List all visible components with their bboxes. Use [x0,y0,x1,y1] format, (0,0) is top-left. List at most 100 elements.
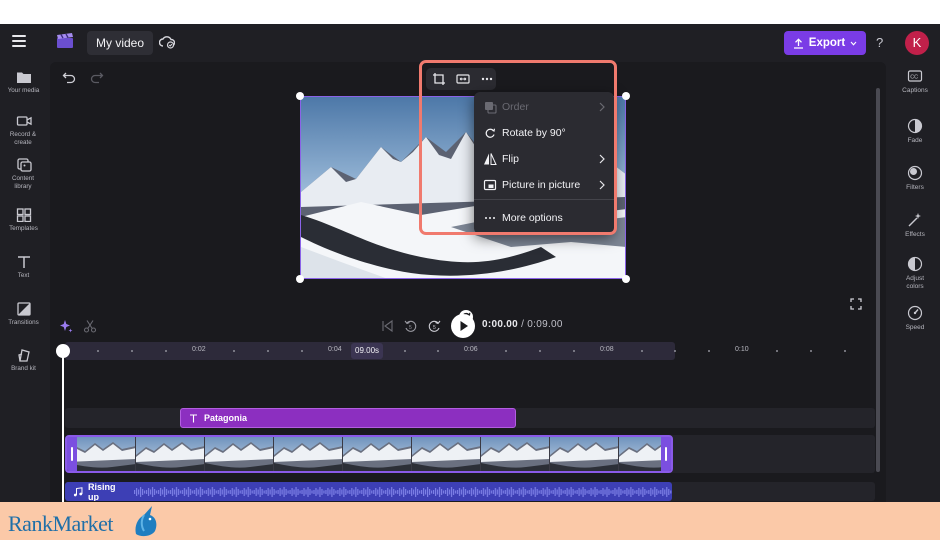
text-clip-label: Patagonia [204,413,248,423]
play-button[interactable] [451,314,475,338]
audio-waveform [133,484,672,499]
sidebar-item-label: Captions [902,87,928,94]
editor-main: Order Rotate by 90° Flip Picture in pict… [50,60,886,510]
play-icon [460,321,468,331]
templates-icon [16,208,31,222]
trim-handle-right[interactable] [661,437,671,471]
resize-handle-bottom-left[interactable] [296,275,304,283]
sidebar-item-filters[interactable]: Filters [890,165,940,192]
project-title[interactable]: My video [87,31,154,55]
rewind-5-icon[interactable]: 5 [403,319,417,333]
sidebar-item-fade[interactable]: Fade [890,118,940,145]
sidebar-item-your-media[interactable]: Your media [0,70,47,95]
text-icon [190,413,197,422]
clapperboard-logo-icon [57,33,73,48]
sidebar-item-label: Speed [905,324,925,331]
sidebar-item-label: Record & create [9,131,37,146]
ruler-tick [573,350,575,352]
fade-icon [907,118,923,134]
text-clip[interactable]: Patagonia [180,408,516,428]
ruler-tick [641,350,643,352]
playhead-handle[interactable] [56,344,70,358]
redo-icon [90,72,104,84]
time-separator: / [518,319,528,330]
right-sidebar: CC Captions Fade Filters Effects Adjust … [890,62,940,510]
sidebar-item-label: Transitions [8,319,39,326]
vertical-scrollbar[interactable] [876,88,880,472]
left-sidebar: Your media Record & create Content libra… [0,62,47,510]
export-label: Export [808,37,846,49]
ruler-tick [404,350,406,352]
ruler-tick [233,350,235,352]
hamburger-icon[interactable] [12,35,26,47]
ruler-tick [131,350,133,352]
ruler-label: 0:06 [464,346,478,353]
sidebar-item-templates[interactable]: Templates [0,208,47,233]
resize-handle-top-left[interactable] [296,92,304,100]
ruler-tick [844,350,846,352]
sidebar-item-record-create[interactable]: Record & create [0,114,47,146]
sidebar-item-transitions[interactable]: Transitions [0,302,47,327]
audio-clip[interactable]: Rising up [65,482,672,501]
skip-back-icon[interactable] [380,319,394,333]
ruler-tick [505,350,507,352]
watermark-footer: RankMarket [0,502,940,540]
resize-handle-bottom-right[interactable] [622,275,630,283]
video-clip-thumbnails [67,437,671,471]
sidebar-item-effects[interactable]: Effects [890,212,940,239]
sidebar-item-captions[interactable]: CC Captions [890,68,940,95]
current-time: 0:00.00 [482,319,519,330]
sidebar-item-speed[interactable]: Speed [890,305,940,332]
video-clip[interactable] [65,435,673,473]
help-button[interactable]: ? [876,35,883,50]
ruler-tick [776,350,778,352]
clipchamp-editor: My video Export ? K Your media Record & … [0,24,940,510]
sidebar-item-label: Your media [7,87,40,94]
sidebar-item-text[interactable]: Text [0,255,47,280]
resize-handle-top-right[interactable] [622,92,630,100]
trim-handle-left[interactable] [67,437,77,471]
sidebar-item-adjust-colors[interactable]: Adjust colors [890,256,940,290]
brand-logo-text: RankMarket [8,511,113,536]
ruler-tick [539,350,541,352]
folder-icon [16,72,31,83]
chevron-down-icon [850,41,857,46]
duration-badge: 09.00s [351,343,384,359]
ruler-tick [301,350,303,352]
filters-icon [907,165,923,181]
scissors-icon [83,320,97,333]
music-note-icon [73,486,83,496]
undo-icon[interactable] [62,70,76,84]
unicorn-logo-icon [135,506,157,537]
text-icon [17,256,30,268]
sidebar-item-content-library[interactable]: Content library [0,158,47,190]
upload-icon [793,37,803,49]
cloud-sync-icon[interactable] [159,35,175,49]
sidebar-item-label: Text [17,272,30,279]
forward-5-icon[interactable]: 5 [428,319,442,333]
ruler-tick [267,350,269,352]
sidebar-item-brand-kit[interactable]: Brand kit [0,348,47,373]
ruler-tick [674,350,676,352]
ruler-tick [708,350,710,352]
ruler-label: 0:02 [192,346,206,353]
fullscreen-icon[interactable] [850,298,862,310]
ruler-label: 0:08 [600,346,614,353]
annotation-highlight-box [419,60,617,235]
sidebar-item-label: Effects [905,231,925,238]
playhead-line [62,352,64,510]
avatar[interactable]: K [905,31,929,55]
effects-icon [908,213,921,227]
ruler-tick [165,350,167,352]
sidebar-item-label: Content library [11,175,35,190]
sidebar-item-label: Fade [907,137,923,144]
total-time: 0:09.00 [527,319,563,330]
sidebar-item-label: Adjust colors [905,275,925,290]
export-button[interactable]: Export [784,31,866,55]
sidebar-item-label: Templates [9,225,38,232]
sparkle-icon[interactable] [59,319,73,333]
ruler-tick [97,350,99,352]
svg-text:CC: CC [910,75,918,81]
adjust-colors-icon [907,256,923,272]
sidebar-item-label: Brand kit [11,365,36,372]
